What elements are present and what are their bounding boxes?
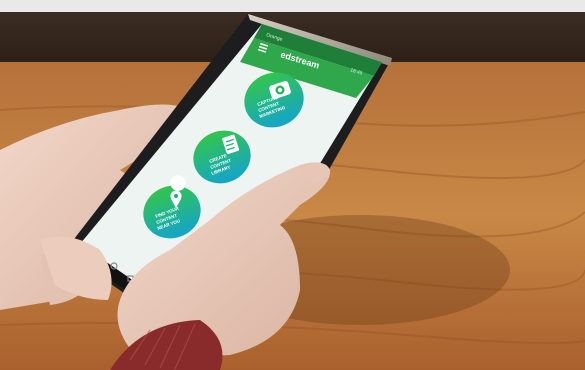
scene-svg: edstream Orange 18:45 CAPTURE CONTENT MA… (0, 0, 585, 370)
photo-scene: edstream Orange 18:45 CAPTURE CONTENT MA… (0, 0, 585, 370)
top-border (0, 0, 585, 12)
